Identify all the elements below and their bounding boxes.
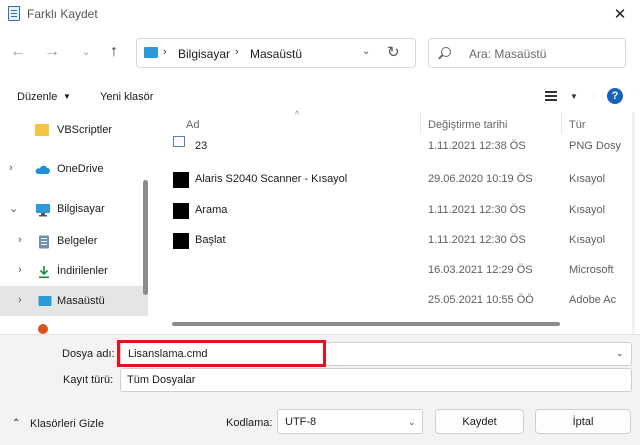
save-button[interactable]: Kaydet	[435, 409, 524, 434]
column-header-date[interactable]: Değiştirme tarihi	[428, 119, 507, 131]
file-type: Kısayol	[569, 234, 606, 246]
sidebar-item-label: İndirilenler	[57, 265, 108, 277]
column-divider[interactable]	[561, 112, 562, 134]
help-icon[interactable]: ?	[607, 88, 623, 104]
hide-folders-button[interactable]: Klasörleri Gizle	[30, 418, 104, 430]
partial-item-icon	[38, 324, 48, 334]
file-row[interactable]: 23 1.11.2021 12:38 ÖS PNG Dosy	[160, 134, 630, 164]
recent-locations-button[interactable]: ⌄	[74, 40, 98, 64]
view-caret-icon[interactable]: ▼	[570, 92, 578, 101]
sidebar-item-label: VBScriptler	[57, 124, 113, 136]
sidebar-item-label: OneDrive	[57, 163, 104, 175]
window-title: Farklı Kaydet	[27, 7, 98, 21]
close-button[interactable]: ✕	[600, 0, 640, 28]
address-dropdown-icon[interactable]: ⌄	[362, 46, 370, 57]
sidebar-item-label: Belgeler	[57, 235, 98, 247]
chevron-right-icon[interactable]: ›	[18, 294, 22, 306]
file-name: 23	[195, 140, 208, 152]
chevron-right-icon[interactable]: ›	[18, 234, 22, 246]
column-divider[interactable]	[420, 112, 421, 134]
file-row[interactable]: 16.03.2021 12:29 ÖS Microsoft	[160, 255, 630, 285]
column-header-type[interactable]: Tür	[569, 119, 586, 131]
search-placeholder: Ara: Masaüstü	[469, 47, 547, 61]
chevron-down-icon[interactable]: ⌄	[9, 202, 18, 215]
file-date: 1.11.2021 12:30 ÖS	[428, 234, 526, 246]
sidebar-item-onedrive[interactable]: › OneDrive	[0, 154, 148, 184]
filename-label: Dosya adı:	[62, 348, 115, 360]
sidebar-item-belgeler[interactable]: › Belgeler	[0, 226, 148, 256]
chevron-up-icon[interactable]: ⌃	[12, 418, 20, 429]
file-type: Kısayol	[569, 173, 606, 185]
file-date: 16.03.2021 12:29 ÖS	[428, 264, 533, 276]
red-highlight-box	[117, 340, 326, 367]
vertical-scrollbar[interactable]	[632, 112, 635, 334]
forward-button[interactable]: →	[40, 40, 64, 64]
shortcut-icon	[173, 172, 189, 188]
save-type-label: Kayıt türü:	[63, 374, 114, 386]
file-type: Kısayol	[569, 204, 606, 216]
file-name: Alaris S2040 Scanner - Kısayol	[195, 173, 348, 185]
file-type: Adobe Ac	[569, 294, 617, 306]
refresh-icon[interactable]: ↻	[387, 43, 400, 61]
documents-icon	[38, 235, 52, 249]
downloads-icon	[38, 265, 52, 279]
shortcut-icon	[173, 203, 189, 219]
file-row[interactable]: 25.05.2021 10:55 ÖÖ Adobe Ac	[160, 285, 630, 315]
back-button[interactable]: ←	[6, 40, 30, 64]
file-row[interactable]: Arama 1.11.2021 12:30 ÖS Kısayol	[160, 195, 630, 225]
address-bar[interactable]: › Bilgisayar › Masaüstü ⌄ ↻	[136, 38, 416, 68]
save-type-value: Tüm Dosyalar	[127, 374, 196, 386]
cancel-button[interactable]: İptal	[535, 409, 631, 434]
save-type-select[interactable]: Tüm Dosyalar	[120, 368, 632, 392]
computer-icon	[144, 47, 158, 58]
cloud-icon	[35, 163, 51, 175]
file-type: Microsoft	[569, 264, 614, 276]
search-input[interactable]: Ara: Masaüstü	[428, 38, 626, 68]
computer-icon	[35, 203, 50, 217]
breadcrumb-masaustu[interactable]: Masaüstü	[250, 47, 302, 61]
chevron-down-icon: ⌄	[408, 417, 416, 427]
sidebar-item-label: Bilgisayar	[57, 203, 105, 215]
folder-icon	[35, 124, 49, 136]
horizontal-scrollbar[interactable]	[172, 322, 560, 326]
image-file-icon	[173, 136, 185, 147]
sidebar-item-masaustu[interactable]: › Masaüstü	[0, 286, 148, 316]
sort-ascending-icon: ^	[295, 109, 300, 119]
file-date: 1.11.2021 12:38 ÖS	[428, 140, 526, 152]
chevron-right-icon[interactable]: ›	[9, 162, 13, 174]
sidebar-scrollbar[interactable]	[143, 180, 148, 295]
breadcrumb-bilgisayar[interactable]: Bilgisayar	[178, 47, 230, 61]
new-folder-button[interactable]: Yeni klasör	[100, 91, 153, 103]
navigation-pane: VBScriptler › OneDrive ⌄ Bilgisayar › Be…	[0, 112, 150, 334]
shortcut-icon	[173, 233, 189, 249]
up-button[interactable]: ↑	[102, 40, 126, 64]
file-type: PNG Dosy	[569, 140, 621, 152]
file-name: Arama	[195, 204, 228, 216]
sidebar-item-label: Masaüstü	[57, 295, 105, 307]
encoding-value: UTF-8	[285, 416, 317, 428]
sidebar-item-vbscriptler[interactable]: VBScriptler	[0, 115, 148, 145]
breadcrumb-separator[interactable]: ›	[163, 46, 167, 58]
chevron-right-icon[interactable]: ›	[18, 264, 22, 276]
file-row[interactable]: Başlat 1.11.2021 12:30 ÖS Kısayol	[160, 225, 630, 255]
file-date: 29.06.2020 10:19 ÖS	[428, 173, 533, 185]
file-date: 1.11.2021 12:30 ÖS	[428, 204, 526, 216]
organize-caret-icon[interactable]: ▼	[63, 92, 71, 101]
view-options-icon[interactable]	[545, 91, 557, 101]
encoding-select[interactable]: UTF-8 ⌄	[277, 409, 423, 434]
notepad-icon	[8, 6, 20, 21]
chevron-down-icon[interactable]: ⌄	[616, 348, 624, 359]
sidebar-item-indirilenler[interactable]: › İndirilenler	[0, 256, 148, 286]
sidebar-item-bilgisayar[interactable]: ⌄ Bilgisayar	[0, 194, 148, 224]
file-row[interactable]: Alaris S2040 Scanner - Kısayol 29.06.202…	[160, 164, 630, 194]
desktop-icon	[38, 295, 52, 307]
file-name: Başlat	[195, 234, 226, 246]
file-date: 25.05.2021 10:55 ÖÖ	[428, 294, 534, 306]
column-header-name[interactable]: Ad	[186, 119, 199, 131]
organize-button[interactable]: Düzenle	[17, 91, 57, 103]
breadcrumb-separator[interactable]: ›	[235, 46, 239, 58]
encoding-label: Kodlama:	[226, 417, 273, 429]
search-icon	[441, 47, 451, 57]
